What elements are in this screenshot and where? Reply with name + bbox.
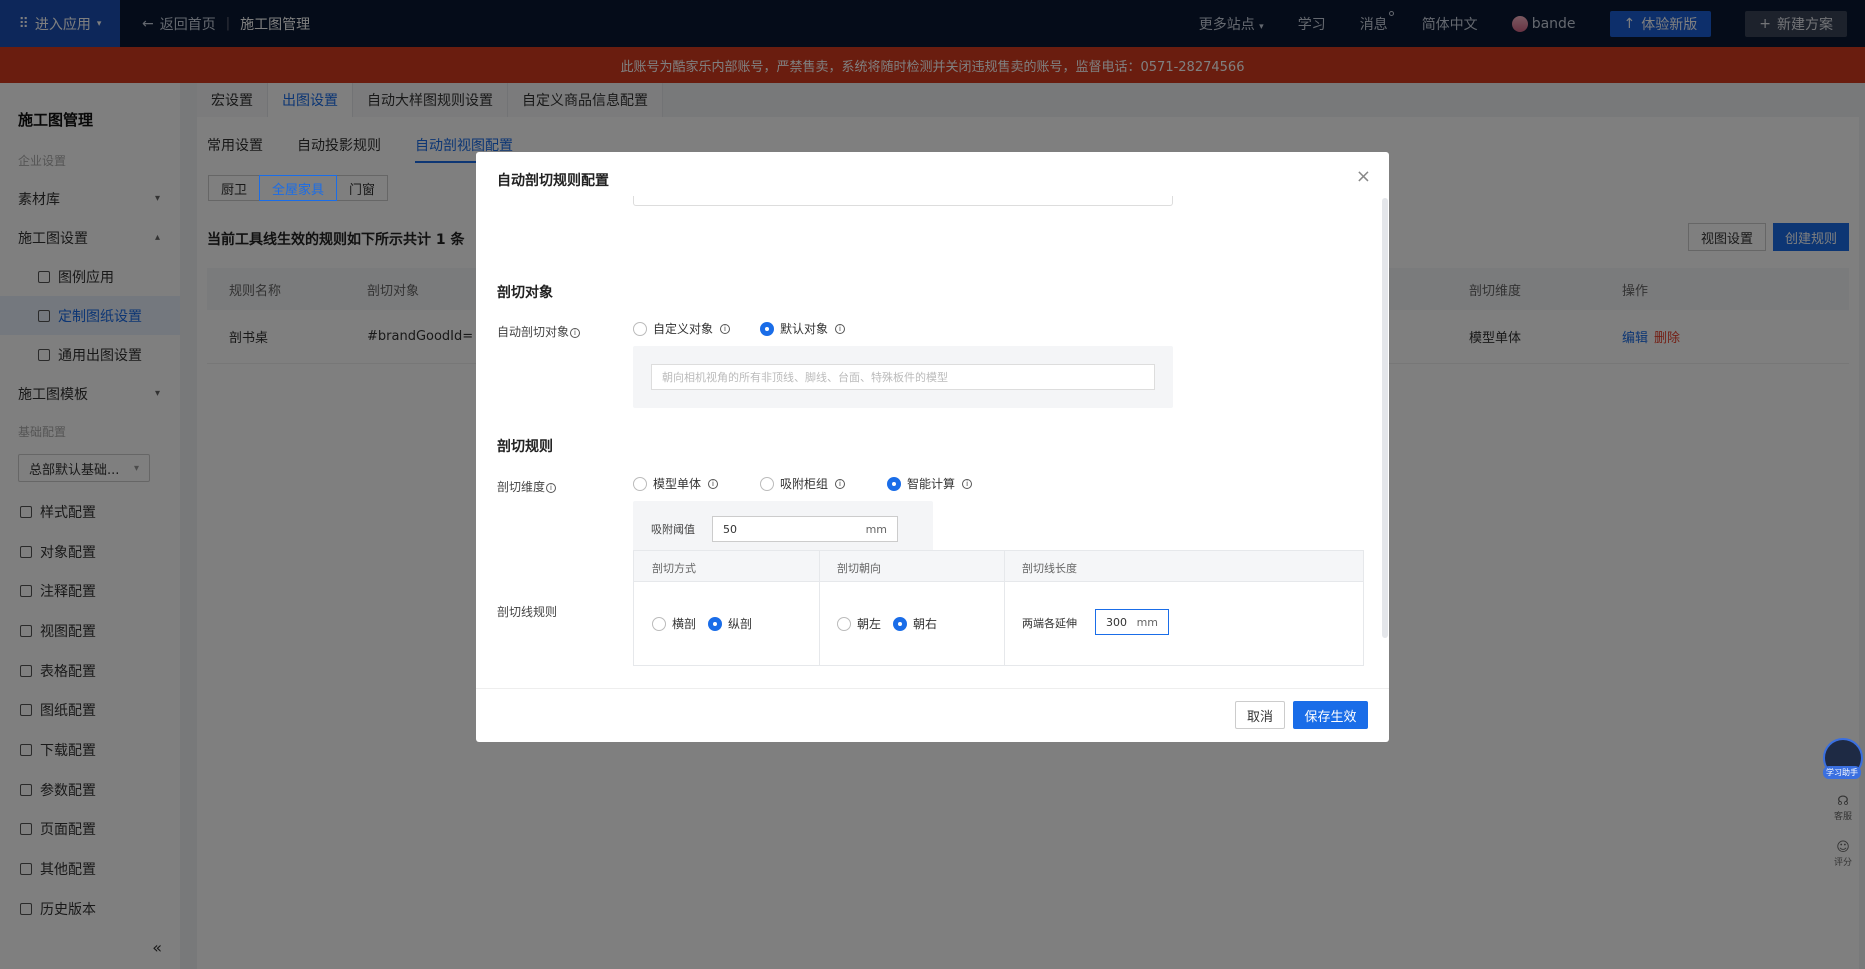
object-radio-group: 自定义对象 i 默认对象 i: [633, 320, 875, 337]
radio-circle: [633, 476, 647, 491]
snap-threshold-label: 吸附阈值: [651, 523, 695, 536]
section-title-rule: 剖切规则: [497, 439, 553, 455]
feedback-button[interactable]: ☺ 评分: [1829, 840, 1857, 868]
dialog-footer: 取消 保存生效: [476, 688, 1389, 742]
headset-icon: ☊: [1837, 794, 1849, 809]
default-object-input[interactable]: 朝向相机视角的所有非顶线、脚线、台面、特殊板件的模型: [651, 364, 1155, 390]
radio-custom-object[interactable]: 自定义对象 i: [633, 320, 731, 337]
th-line-length: 剖切线长度: [1022, 562, 1077, 575]
radio-model-single[interactable]: 模型单体 i: [633, 475, 719, 492]
segment-furniture[interactable]: 全屋家具: [259, 175, 338, 201]
partial-input-field[interactable]: [633, 196, 1173, 206]
line-rule-table: 剖切方式 剖切朝向 剖切线长度 横剖 纵剖 朝左 朝右 两端各延伸 300 mm: [633, 550, 1364, 666]
radio-snap-group[interactable]: 吸附柜组 i: [760, 475, 846, 492]
dimension-label: 剖切维度 i: [497, 478, 557, 495]
info-icon: i: [962, 478, 973, 489]
snap-threshold-input[interactable]: 50 mm: [712, 516, 898, 542]
radio-circle-checked: [887, 476, 902, 491]
close-icon[interactable]: ×: [1356, 166, 1371, 187]
info-icon: i: [835, 323, 846, 334]
radio-circle: [760, 476, 775, 491]
dimension-radio-group: 模型单体 i 吸附柜组 i 智能计算 i: [633, 475, 1002, 492]
radio-face-left[interactable]: 朝左: [837, 615, 881, 632]
radio-circle-checked: [708, 616, 723, 631]
cut-direction-radio-group: 朝左 朝右: [837, 615, 967, 632]
dialog-body: 剖切对象 自动剖切对象 i 自定义对象 i 默认对象 i 朝向相机视角的所有非顶线、脚…: [476, 196, 1389, 678]
radio-face-right[interactable]: 朝右: [893, 615, 937, 632]
info-icon: i: [720, 323, 731, 334]
extend-length-input[interactable]: 300 mm: [1095, 609, 1169, 635]
radio-circle-checked: [893, 616, 908, 631]
info-icon: i: [546, 482, 557, 493]
assistant-tag: 学习助手: [1823, 766, 1861, 779]
auto-object-label: 自动剖切对象 i: [497, 323, 581, 340]
info-icon: i: [708, 478, 719, 489]
extend-label: 两端各延伸: [1022, 617, 1077, 630]
line-rule-label: 剖切线规则: [497, 605, 558, 619]
radio-smart-calc[interactable]: 智能计算 i: [887, 475, 973, 492]
object-detail-box: 朝向相机视角的所有非顶线、脚线、台面、特殊板件的模型: [633, 346, 1173, 408]
radio-circle-checked: [760, 321, 775, 336]
assistant-robot-button[interactable]: 学习助手: [1823, 738, 1863, 779]
section-rule-dialog: 自动剖切规则配置 × 剖切对象 自动剖切对象 i 自定义对象 i 默认对象 i 朝向相…: [476, 152, 1389, 742]
customer-service-button[interactable]: ☊ 客服: [1829, 794, 1857, 822]
info-icon: i: [835, 478, 846, 489]
section-title-object: 剖切对象: [497, 285, 553, 301]
radio-vertical-cut[interactable]: 纵剖: [708, 615, 752, 632]
radio-circle: [837, 616, 851, 631]
cancel-button[interactable]: 取消: [1235, 701, 1285, 729]
save-apply-button[interactable]: 保存生效: [1293, 701, 1368, 729]
radio-horizontal-cut[interactable]: 横剖: [652, 615, 696, 632]
info-icon: i: [570, 327, 581, 338]
dialog-scrollbar[interactable]: [1382, 198, 1388, 638]
dialog-title: 自动剖切规则配置: [497, 173, 609, 189]
radio-default-object[interactable]: 默认对象 i: [760, 320, 846, 337]
radio-circle: [633, 321, 647, 336]
smile-icon: ☺: [1836, 840, 1850, 855]
radio-circle: [652, 616, 666, 631]
cut-mode-radio-group: 横剖 纵剖: [652, 615, 782, 632]
